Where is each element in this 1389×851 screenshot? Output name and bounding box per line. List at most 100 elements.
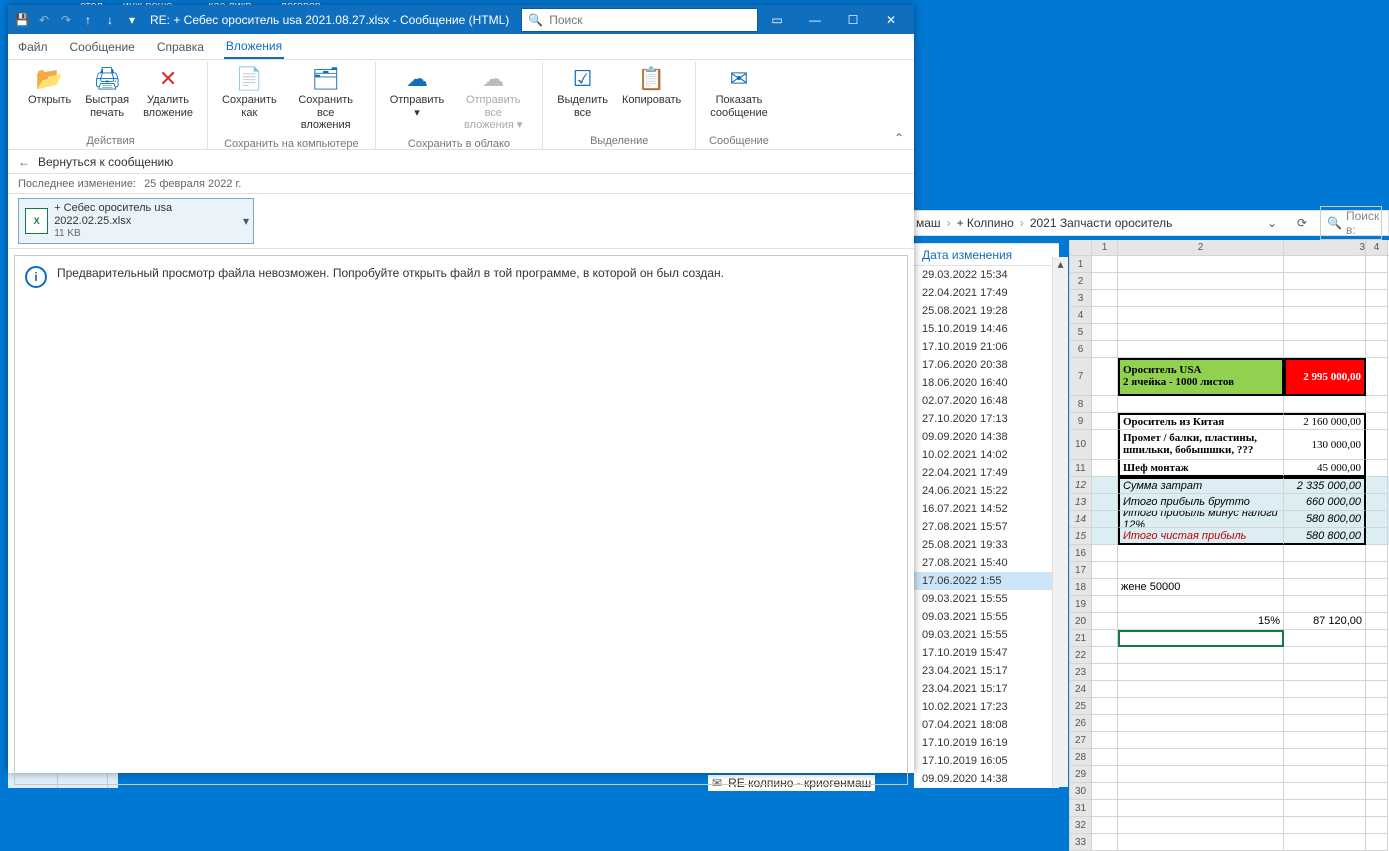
row-header[interactable]: 28 (1070, 749, 1092, 766)
cell[interactable] (1092, 358, 1118, 396)
cell[interactable] (1284, 800, 1366, 817)
cell[interactable] (1118, 290, 1284, 307)
date-column-header[interactable]: Дата изменения (914, 244, 1059, 266)
scroll-up-icon[interactable]: ▴ (1053, 257, 1068, 271)
delete-attachment-button[interactable]: ✕Удалить вложение (137, 62, 199, 123)
cell[interactable] (1366, 256, 1388, 273)
quick-print-button[interactable]: 🖨Быстрая печать (79, 62, 135, 123)
date-row[interactable]: 25.08.2021 19:28 (914, 302, 1059, 320)
save-icon[interactable]: 💾 (12, 10, 32, 30)
search-input[interactable] (549, 13, 751, 27)
row-header[interactable]: 1 (1070, 256, 1092, 273)
cell[interactable] (1284, 817, 1366, 834)
row-header[interactable]: 4 (1070, 307, 1092, 324)
cell[interactable] (1092, 477, 1118, 494)
cell[interactable] (1092, 494, 1118, 511)
cell[interactable] (1284, 834, 1366, 851)
row-header[interactable]: 31 (1070, 800, 1092, 817)
cell[interactable]: 45 000,00 (1284, 460, 1366, 477)
date-row[interactable]: 17.10.2019 16:19 (914, 734, 1059, 752)
cell[interactable]: жене 50000 (1118, 579, 1284, 596)
tab-message[interactable]: Сообщение (68, 36, 137, 58)
breadcrumb-dropdown-icon[interactable]: ⌄ (1260, 213, 1284, 233)
cell[interactable] (1092, 430, 1118, 460)
breadcrumb-part[interactable]: 2021 Запчасти ороситель (1030, 216, 1173, 230)
date-row[interactable]: 02.07.2020 16:48 (914, 392, 1059, 410)
send-to-cloud-button[interactable]: ☁Отправить ▾ (384, 62, 451, 123)
cell[interactable] (1118, 324, 1284, 341)
cell[interactable] (1284, 324, 1366, 341)
refresh-icon[interactable]: ⟳ (1290, 213, 1314, 233)
maximize-icon[interactable]: ☐ (834, 5, 872, 34)
cell[interactable] (1118, 273, 1284, 290)
row-header[interactable]: 5 (1070, 324, 1092, 341)
row-header[interactable]: 7 (1070, 358, 1092, 396)
open-button[interactable]: 📂Открыть (22, 62, 77, 111)
cell[interactable] (1092, 256, 1118, 273)
cell[interactable] (1284, 732, 1366, 749)
cell[interactable] (1366, 834, 1388, 851)
cell[interactable]: 660 000,00 (1284, 494, 1366, 511)
row-header[interactable]: 20 (1070, 613, 1092, 630)
cell[interactable] (1284, 698, 1366, 715)
breadcrumb-part[interactable]: маш (916, 216, 941, 230)
cell[interactable] (1092, 817, 1118, 834)
cell[interactable] (1284, 307, 1366, 324)
date-row[interactable]: 23.04.2021 15:17 (914, 662, 1059, 680)
cell[interactable]: 2 335 000,00 (1284, 477, 1366, 494)
cell[interactable] (1366, 766, 1388, 783)
cell[interactable] (1092, 413, 1118, 430)
select-all-corner[interactable] (1070, 240, 1092, 255)
cell[interactable]: 15% (1118, 613, 1284, 630)
cell[interactable] (1284, 562, 1366, 579)
cell[interactable] (1284, 766, 1366, 783)
date-row[interactable]: 22.04.2021 17:49 (914, 464, 1059, 482)
explorer-search[interactable]: 🔍Поиск в: (1320, 206, 1382, 240)
cell[interactable] (1092, 545, 1118, 562)
cell[interactable] (1366, 324, 1388, 341)
cell[interactable] (1366, 430, 1388, 460)
cell[interactable] (1366, 545, 1388, 562)
date-row[interactable]: 17.10.2019 21:06 (914, 338, 1059, 356)
col-header[interactable]: 3 (1284, 240, 1366, 255)
row-header[interactable]: 22 (1070, 647, 1092, 664)
row-header[interactable]: 11 (1070, 460, 1092, 477)
cell[interactable] (1118, 800, 1284, 817)
breadcrumb-part[interactable]: + Колпино (957, 216, 1014, 230)
date-row[interactable]: 09.09.2020 14:38 (914, 770, 1059, 788)
row-header[interactable]: 17 (1070, 562, 1092, 579)
tab-file[interactable]: Файл (16, 36, 50, 58)
cell[interactable] (1366, 358, 1388, 396)
attachment-dropdown-icon[interactable]: ▾ (243, 214, 249, 228)
date-row[interactable]: 07.04.2021 18:08 (914, 716, 1059, 734)
cell[interactable] (1118, 715, 1284, 732)
date-row[interactable]: 09.03.2021 15:55 (914, 590, 1059, 608)
cell[interactable] (1284, 596, 1366, 613)
cell[interactable] (1366, 596, 1388, 613)
date-row[interactable]: 27.10.2020 17:13 (914, 410, 1059, 428)
date-row[interactable]: 18.06.2020 16:40 (914, 374, 1059, 392)
cell[interactable] (1366, 715, 1388, 732)
cell[interactable]: Ороситель USA2 ячейка - 1000 листов (1118, 358, 1284, 396)
back-label[interactable]: Вернуться к сообщению (38, 155, 173, 169)
date-row[interactable]: 16.07.2021 14:52 (914, 500, 1059, 518)
date-row[interactable]: 24.06.2021 15:22 (914, 482, 1059, 500)
date-row[interactable]: 17.10.2019 16:05 (914, 752, 1059, 770)
row-header[interactable]: 26 (1070, 715, 1092, 732)
cell[interactable]: Итого чистая прибыль (1118, 528, 1284, 545)
cell[interactable] (1118, 562, 1284, 579)
cell[interactable] (1118, 596, 1284, 613)
date-row[interactable]: 25.08.2021 19:33 (914, 536, 1059, 554)
row-header[interactable]: 33 (1070, 834, 1092, 851)
cell[interactable]: 130 000,00 (1284, 430, 1366, 460)
row-header[interactable]: 6 (1070, 341, 1092, 358)
cell[interactable]: Промет / балки, пластины, шпильки, бобыш… (1118, 430, 1284, 460)
cell[interactable] (1092, 528, 1118, 545)
cell[interactable] (1284, 341, 1366, 358)
col-header[interactable]: 1 (1092, 240, 1118, 255)
cell[interactable] (1366, 341, 1388, 358)
row-header[interactable]: 30 (1070, 783, 1092, 800)
cell[interactable] (1092, 396, 1118, 413)
cell[interactable] (1118, 834, 1284, 851)
cell[interactable]: 580 800,00 (1284, 511, 1366, 528)
